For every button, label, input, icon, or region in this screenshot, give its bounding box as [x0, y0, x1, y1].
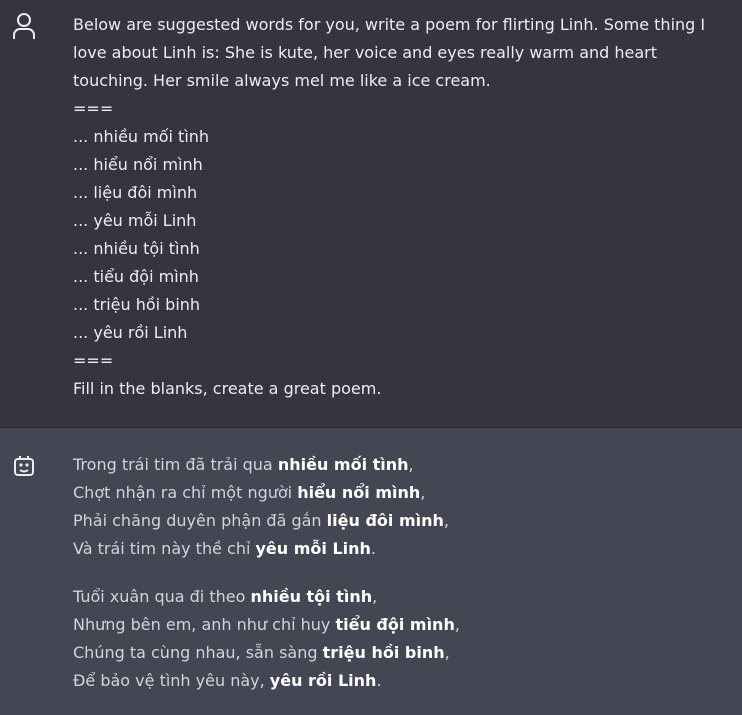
suggested-word: ... triệu hồi binh: [73, 295, 201, 314]
poem-line: Để bảo vệ tình yêu này, yêu rồi Linh.: [73, 671, 382, 690]
separator: ===: [73, 351, 114, 370]
poem-line: Trong trái tim đã trải qua nhiều mối tìn…: [73, 455, 414, 474]
suggested-word: ... nhiều tội tình: [73, 239, 200, 258]
poem-line: Chúng ta cùng nhau, sẵn sàng triệu hồi b…: [73, 643, 450, 662]
poem-line: Nhưng bên em, anh như chỉ huy tiểu đội m…: [73, 615, 460, 634]
suggested-word: ... hiểu nổi mình: [73, 155, 203, 174]
poem-line: Chợt nhận ra chỉ một người hiểu nổi mình…: [73, 483, 426, 502]
poem-stanza: Trong trái tim đã trải qua nhiều mối tìn…: [73, 451, 723, 563]
poem-line: Phải chăng duyên phận đã gắn liệu đôi mì…: [73, 511, 449, 530]
poem-stanza: Tuổi xuân qua đi theo nhiều tội tình, Nh…: [73, 583, 723, 695]
suggested-word: ... yêu rồi Linh: [73, 323, 188, 342]
assistant-message: Trong trái tim đã trải qua nhiều mối tìn…: [0, 428, 742, 711]
bot-icon: [10, 454, 38, 482]
user-icon: [10, 12, 38, 40]
poem-line: Và trái tim này thề chỉ yêu mỗi Linh.: [73, 539, 376, 558]
poem: Trong trái tim đã trải qua nhiều mối tìn…: [73, 451, 723, 715]
prompt-intro: Below are suggested words for you, write…: [73, 15, 706, 90]
prompt-instruction: Fill in the blanks, create a great poem.: [73, 379, 382, 398]
poem-line: Tuổi xuân qua đi theo nhiều tội tình,: [73, 587, 378, 606]
user-message-text: Below are suggested words for you, write…: [73, 11, 723, 403]
user-message: Below are suggested words for you, write…: [0, 0, 742, 428]
suggested-word: ... liệu đôi mình: [73, 183, 198, 202]
suggested-word: ... nhiều mối tình: [73, 127, 210, 146]
suggested-word: ... yêu mỗi Linh: [73, 211, 197, 230]
suggested-word: ... tiểu đội mình: [73, 267, 199, 286]
separator: ===: [73, 99, 114, 118]
